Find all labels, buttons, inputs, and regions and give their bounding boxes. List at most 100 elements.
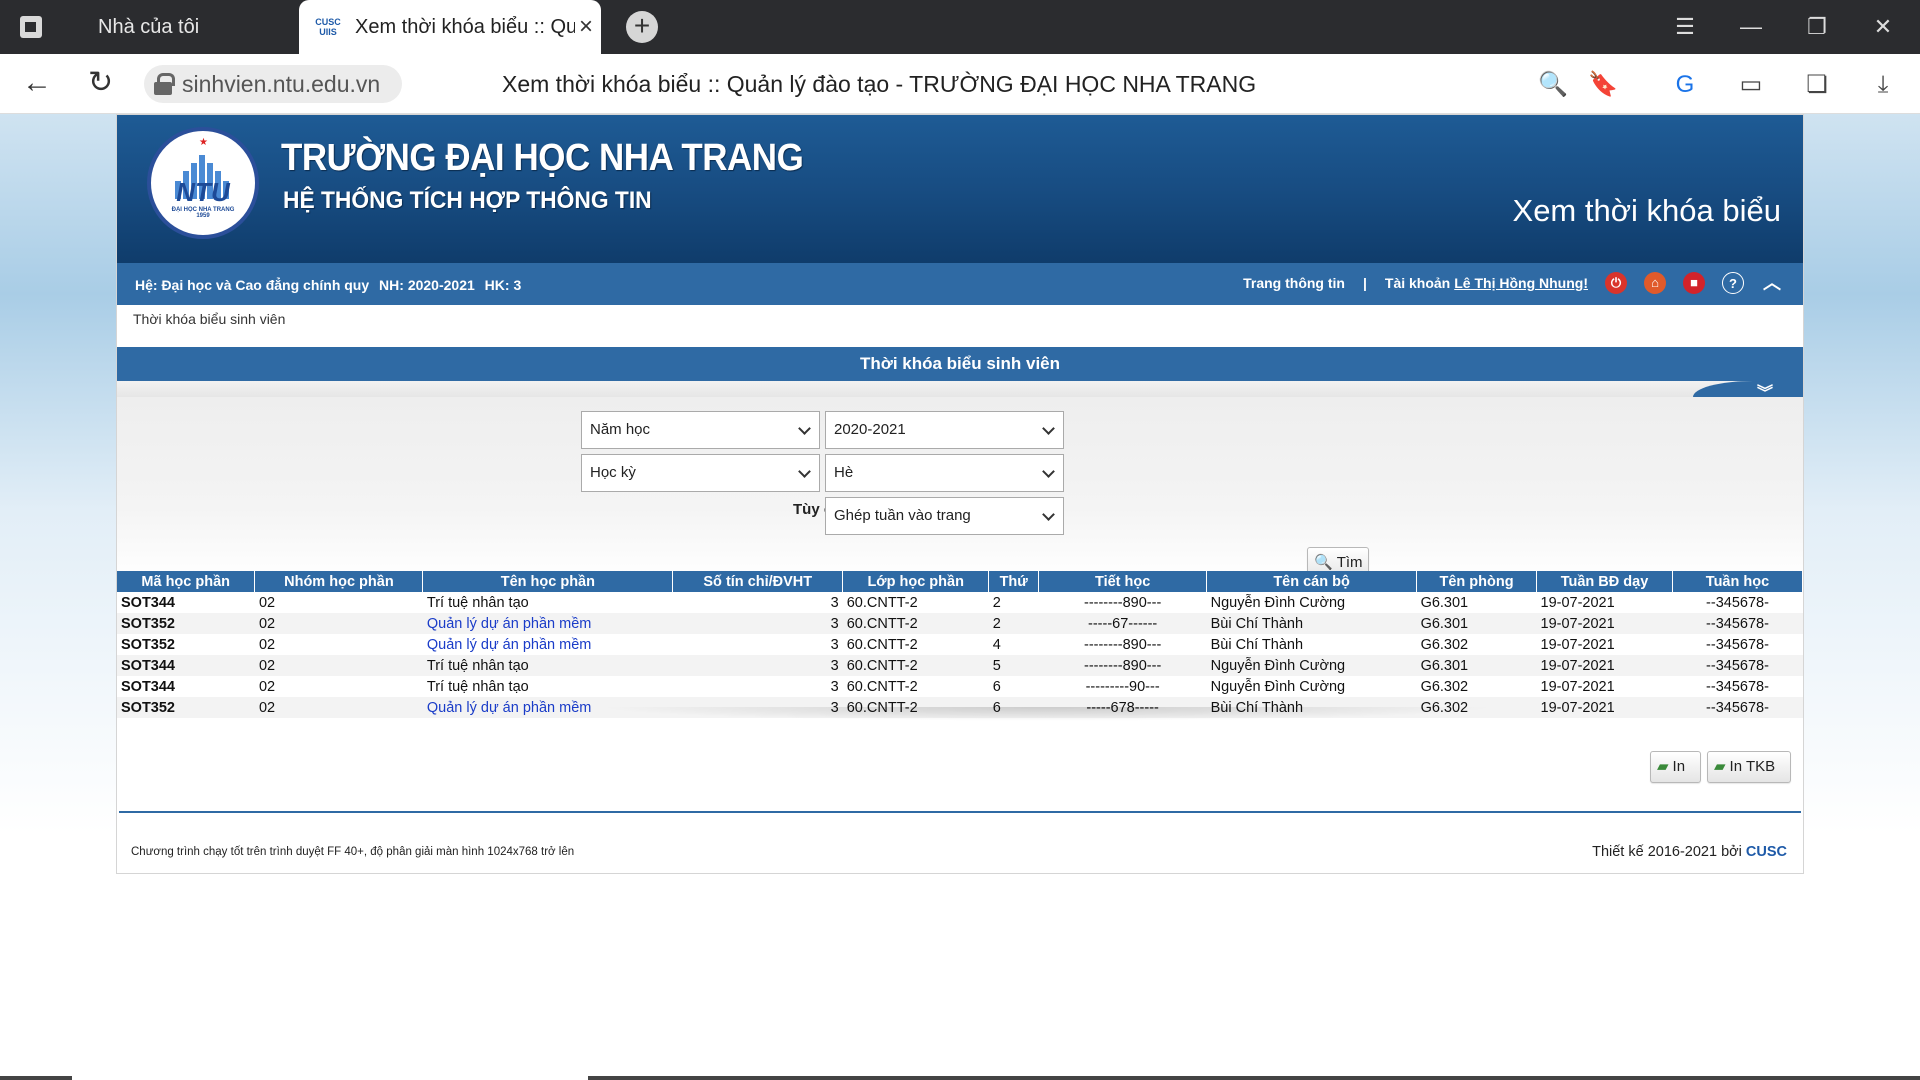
weekday: 6	[992, 678, 1001, 695]
course-name: Trí tuệ nhân tạo	[426, 678, 529, 695]
video-icon[interactable]: ■	[1683, 272, 1705, 294]
weeks: --345678-	[1672, 655, 1803, 676]
col-header[interactable]: Mã học phần	[117, 571, 256, 592]
address-bar: ← ↻ sinhvien.ntu.edu.vn Xem thời khóa bi…	[0, 54, 1920, 114]
school-year-select[interactable]: 2020-2021	[825, 411, 1064, 449]
home-icon[interactable]: ⌂	[1644, 272, 1666, 294]
url-field[interactable]: sinhvien.ntu.edu.vn	[144, 65, 402, 103]
group: 02	[254, 613, 423, 634]
lecturer: Nguyễn Đình Cường	[1210, 594, 1346, 611]
periods: --------890---	[1083, 594, 1162, 611]
course-name-link[interactable]: Quản lý dự án phần mềm	[423, 634, 673, 655]
chevron-down-icon	[798, 422, 811, 435]
weekday: 5	[988, 655, 1039, 676]
course-name: Trí tuệ nhân tạo	[422, 655, 673, 676]
background-right	[1804, 114, 1920, 834]
university-logo[interactable]: ★ NTU ĐẠI HỌC NHA TRANG 1959	[147, 127, 259, 239]
print-timetable-button[interactable]: ▰ In TKB	[1707, 751, 1791, 783]
university-name: TRƯỜNG ĐẠI HỌC NHA TRANG	[281, 137, 804, 179]
class: 60.CNTT-2	[842, 655, 989, 676]
minimize-icon[interactable]: —	[1718, 0, 1784, 54]
reload-icon[interactable]: ↻	[88, 68, 113, 98]
account-label: Tài khoản	[1384, 275, 1451, 291]
filter-type-select-1[interactable]: Năm học	[581, 411, 820, 449]
print-button[interactable]: ▰ In	[1650, 751, 1701, 783]
semester-label: HK: 3	[484, 277, 522, 293]
section-tail: ︾	[117, 381, 1803, 402]
page-container: ★ NTU ĐẠI HỌC NHA TRANG 1959 TRƯỜNG ĐẠI H…	[116, 114, 1804, 874]
lecturer: Nguyễn Đình Cường	[1210, 678, 1346, 695]
weeks: --345678-	[1672, 697, 1803, 718]
course-code: SOT352	[117, 613, 255, 634]
page-title: Xem thời khóa biểu :: Quản lý đào tạo - …	[502, 71, 1257, 97]
bookmark-icon[interactable]: 🔖	[1588, 70, 1618, 100]
chevron-down-icon	[1042, 422, 1055, 435]
power-icon[interactable]: ⏻	[1605, 272, 1627, 294]
col-header[interactable]: Số tín chỉ/ĐVHT	[672, 571, 844, 592]
group: 02	[258, 678, 276, 695]
section-notch	[1693, 381, 1803, 397]
start-week: 19-07-2021	[1536, 697, 1673, 718]
translate-icon[interactable]: G	[1670, 70, 1700, 100]
zoom-icon[interactable]: 🔍	[1538, 70, 1568, 100]
col-header[interactable]: Tên học phần	[422, 571, 674, 592]
timetable: Mã học phần Nhóm học phần Tên học phần S…	[117, 571, 1804, 718]
start-week: 19-07-2021	[1540, 594, 1615, 611]
class: 60.CNTT-2	[846, 636, 918, 653]
collapse-up-icon[interactable]: ︿	[1761, 272, 1783, 294]
col-header[interactable]: Thứ	[988, 571, 1040, 592]
start-week: 19-07-2021	[1536, 655, 1673, 676]
tab-label: Xem thời khóa biểu :: Quản lý đào tạo - …	[355, 15, 575, 38]
url-text: sinhvien.ntu.edu.vn	[182, 70, 381, 97]
chevron-down-icon	[798, 465, 811, 478]
star-icon: ★	[199, 137, 208, 148]
semester-select[interactable]: Hè	[825, 454, 1064, 492]
group: 02	[258, 594, 276, 611]
col-header[interactable]: Tên phòng	[1416, 571, 1538, 592]
footer-credit: Thiết kế 2016-2021 bởi CUSC	[1592, 844, 1787, 860]
restore-icon[interactable]: ❐	[1784, 0, 1850, 54]
background-left	[0, 114, 116, 834]
col-header[interactable]: Lớp học phần	[842, 571, 990, 592]
col-header[interactable]: Tuần học	[1672, 571, 1804, 592]
info-bar: Hệ: Đại học và Cao đẳng chính quy NH: 20…	[117, 263, 1803, 305]
collections-icon[interactable]: ❏	[1802, 70, 1832, 100]
new-tab-button[interactable]: +	[626, 11, 658, 43]
col-header[interactable]: Tuần BĐ dạy	[1536, 571, 1673, 592]
col-header[interactable]: Tên cán bộ	[1206, 571, 1418, 592]
tab-timetable[interactable]: CUSC UIIS Xem thời khóa biểu :: Quản lý …	[299, 0, 601, 54]
info-page-link[interactable]: Trang thông tin	[1243, 275, 1345, 291]
footer-divider	[119, 811, 1801, 813]
room: G6.302	[1420, 636, 1469, 653]
breadcrumb[interactable]: Thời khóa biểu sinh viên	[133, 311, 285, 327]
tab-home[interactable]: Nhà của tôi	[0, 0, 298, 54]
start-week: 19-07-2021	[1540, 636, 1615, 653]
battery-icon[interactable]: ▭	[1736, 70, 1766, 100]
periods: ---------90---	[1085, 678, 1160, 695]
col-header[interactable]: Nhóm học phần	[254, 571, 424, 592]
chevron-down-icon	[1042, 508, 1055, 521]
weekday: 2	[992, 594, 1001, 611]
printer-icon: ▰	[1714, 758, 1726, 775]
filter-type-select-2[interactable]: Học kỳ	[581, 454, 820, 492]
download-icon[interactable]: ⤓	[1868, 70, 1898, 100]
filter-panel: Năm học 2020-2021 Học kỳ Hè Tùy chọn Ghé…	[117, 397, 1803, 581]
cusc-link[interactable]: CUSC	[1746, 844, 1787, 860]
course-name-link[interactable]: Quản lý dự án phần mềm	[422, 613, 673, 634]
table-row: SOT344 02 Trí tuệ nhân tạo 3 60.CNTT-2 5…	[117, 655, 1803, 676]
help-icon[interactable]: ?	[1722, 272, 1744, 294]
user-name-link[interactable]: Lê Thị Hồng Nhung!	[1454, 275, 1588, 291]
close-tab-icon[interactable]: ×	[579, 13, 593, 41]
menu-icon[interactable]: ☰	[1652, 0, 1718, 54]
close-window-icon[interactable]: ✕	[1850, 0, 1916, 54]
room: G6.301	[1420, 594, 1469, 611]
col-header[interactable]: Tiết học	[1038, 571, 1208, 592]
option-select[interactable]: Ghép tuần vào trang	[825, 497, 1064, 535]
course-code: SOT344	[121, 594, 175, 611]
class: 60.CNTT-2	[846, 678, 918, 695]
table-shadow	[597, 707, 1497, 721]
back-arrow-icon[interactable]: ←	[22, 68, 52, 98]
logo-subtext: ĐẠI HỌC NHA TRANG 1959	[171, 207, 235, 219]
site-header: ★ NTU ĐẠI HỌC NHA TRANG 1959 TRƯỜNG ĐẠI H…	[117, 115, 1803, 263]
table-header-row: Mã học phần Nhóm học phần Tên học phần S…	[117, 571, 1804, 592]
